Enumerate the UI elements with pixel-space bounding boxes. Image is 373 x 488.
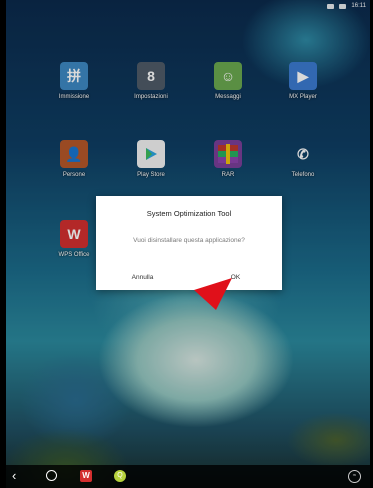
dialog-buttons: Annulla OK — [96, 266, 282, 290]
cast-icon[interactable]: ≈ — [348, 470, 361, 483]
wps-office-icon[interactable]: W — [80, 470, 92, 482]
search-icon[interactable]: Q — [114, 470, 126, 482]
home-icon[interactable] — [46, 470, 57, 481]
uninstall-dialog: System Optimization Tool Vuoi disinstall… — [96, 196, 282, 290]
dialog-title: System Optimization Tool — [146, 209, 232, 218]
home-screen: 16:11 拼 Immissione 8 Impostazioni ☺ Mess… — [6, 0, 370, 488]
cancel-button[interactable]: Annulla — [96, 266, 189, 290]
dialog-message: Vuoi disinstallare questa applicazione? — [133, 237, 245, 244]
back-icon[interactable]: ‹ — [12, 469, 16, 482]
navigation-bar: ‹ W Q ≈ — [6, 465, 370, 488]
red-arrow-annotation-icon — [194, 278, 232, 310]
